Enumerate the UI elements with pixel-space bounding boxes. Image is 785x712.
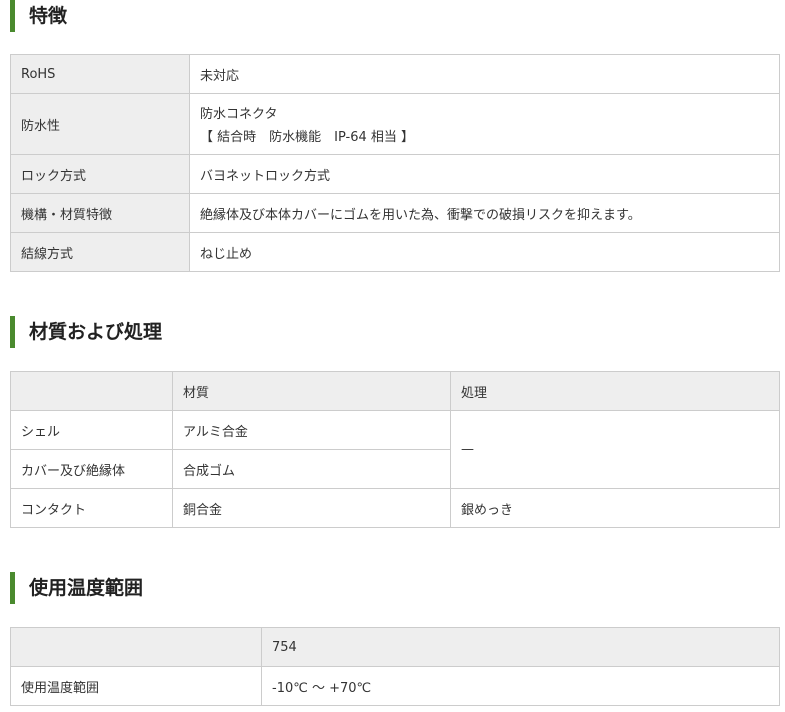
row-label: ロック方式 <box>10 154 190 194</box>
header-cell-empty <box>10 371 173 411</box>
table-header-row: 材質 処理 <box>10 371 780 411</box>
table-row: シェル アルミ合金 — <box>10 410 780 489</box>
header-cell-empty <box>10 627 262 667</box>
row-value: -10℃ ～ +70℃ <box>261 666 780 706</box>
row-label: 防水性 <box>10 93 190 155</box>
header-cell-material: 材質 <box>172 371 451 411</box>
row-label: 機構・材質特徴 <box>10 193 190 233</box>
row-label: RoHS <box>10 54 190 94</box>
table-header-row: 754 <box>10 627 780 667</box>
row-label: 使用温度範囲 <box>10 666 262 706</box>
table-row: RoHS 未対応 <box>10 54 780 94</box>
row-value: ねじ止め <box>189 232 780 272</box>
row-label: コンタクト <box>10 488 173 528</box>
row-value-line1: 防水コネクタ <box>200 107 278 122</box>
row-material: 合成ゴム <box>172 449 451 489</box>
row-value-multiline: 防水コネクタ 【 結合時 防水機能 IP-64 相当 】 <box>189 93 780 155</box>
section-title-features: 特徴 <box>10 0 67 32</box>
row-value: 未対応 <box>189 54 780 94</box>
header-cell-treatment: 処理 <box>450 371 780 411</box>
features-table: RoHS 未対応 防水性 防水コネクタ 【 結合時 防水機能 IP-64 相当 … <box>10 54 780 272</box>
table-row: 機構・材質特徴 絶縁体及び本体カバーにゴムを用いた為、衝撃での破損リスクを抑えま… <box>10 193 780 233</box>
row-material: アルミ合金 <box>172 410 451 450</box>
table-row: 結線方式 ねじ止め <box>10 232 780 272</box>
section-title-temperature: 使用温度範囲 <box>10 572 143 604</box>
table-row: ロック方式 バヨネットロック方式 <box>10 154 780 194</box>
temperature-table: 754 使用温度範囲 -10℃ ～ +70℃ <box>10 627 780 706</box>
section-title-materials: 材質および処理 <box>10 316 162 348</box>
row-value-line2: 【 結合時 防水機能 IP-64 相当 】 <box>200 130 415 145</box>
row-treatment-shared: — <box>450 410 780 489</box>
table-row: コンタクト 銅合金 銀めっき <box>10 488 780 528</box>
row-label: シェル <box>10 410 173 450</box>
row-treatment: 銀めっき <box>450 488 780 528</box>
materials-table: 材質 処理 シェル アルミ合金 — カバー及び絶縁体 合成ゴム コンタクト 銅合… <box>10 371 780 528</box>
table-row: 使用温度範囲 -10℃ ～ +70℃ <box>10 666 780 706</box>
row-label: カバー及び絶縁体 <box>10 449 173 489</box>
header-cell-model: 754 <box>261 627 780 667</box>
row-value: 絶縁体及び本体カバーにゴムを用いた為、衝撃での破損リスクを抑えます。 <box>189 193 780 233</box>
table-row: 防水性 防水コネクタ 【 結合時 防水機能 IP-64 相当 】 <box>10 93 780 155</box>
row-value: バヨネットロック方式 <box>189 154 780 194</box>
row-material: 銅合金 <box>172 488 451 528</box>
row-label: 結線方式 <box>10 232 190 272</box>
